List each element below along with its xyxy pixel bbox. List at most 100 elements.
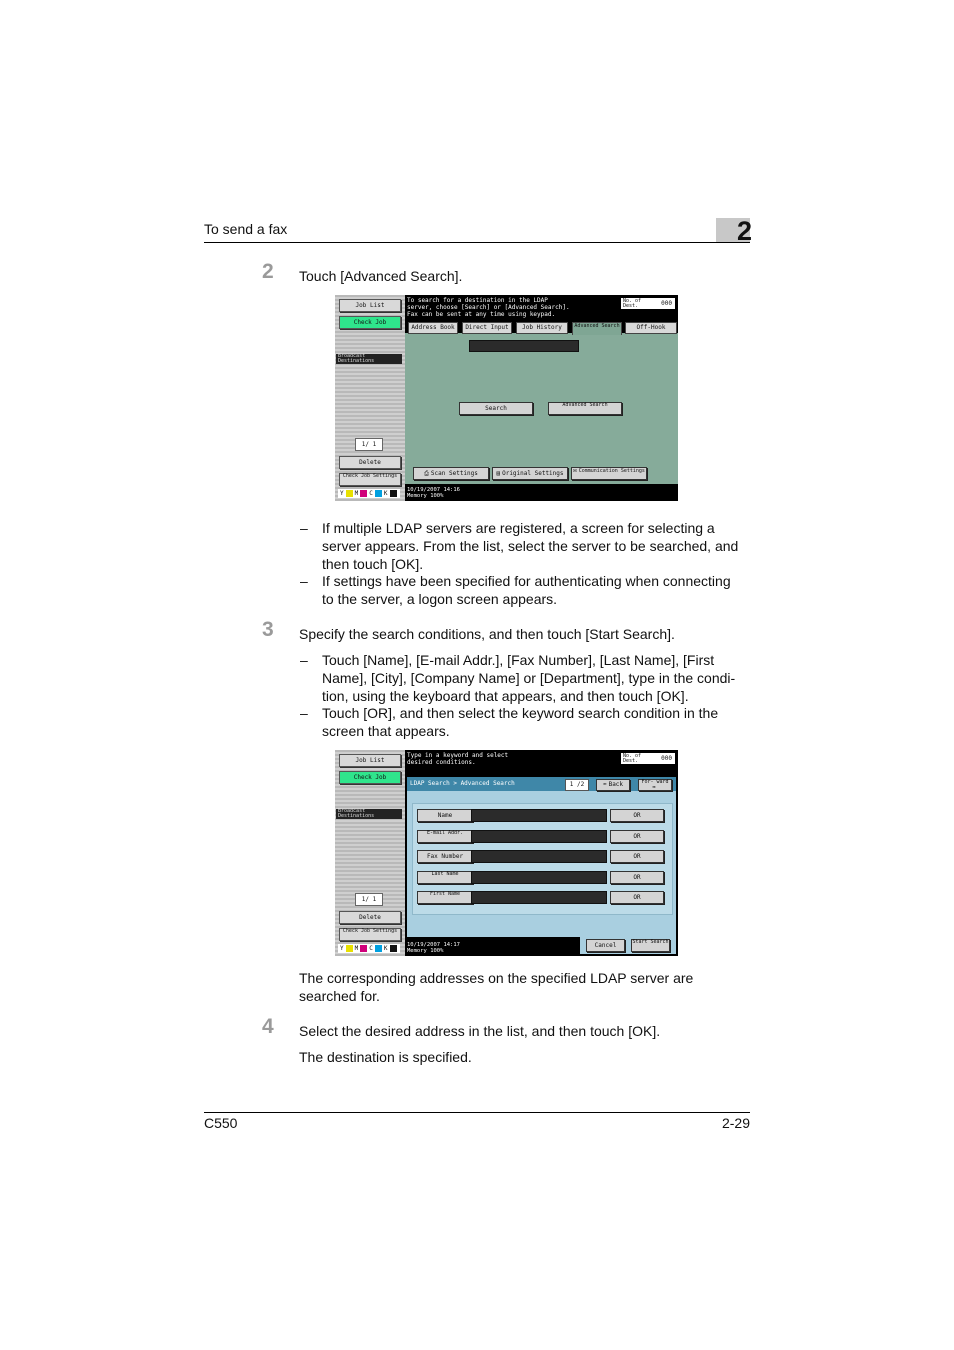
message-area: Type in a keyword and select desired con… xyxy=(407,752,607,766)
tab-off-hook[interactable]: Off-Hook xyxy=(625,322,677,334)
forward-button[interactable]: For- ward➡ xyxy=(638,779,672,791)
status-area: 10/19/2007 14:17 Memory 100% xyxy=(407,942,460,954)
check-job-settings-button[interactable]: Check Job Settings xyxy=(339,928,401,941)
scan-settings-button[interactable]: ⎙ Scan Settings xyxy=(413,467,489,480)
result-line: The corresponding addresses on the speci… xyxy=(299,970,694,986)
fax-number-value-field[interactable] xyxy=(471,850,607,863)
bullet-line: then touch [OK]. xyxy=(322,556,424,572)
screenshot-ldap-advanced-search: Job List Check Job Broadcast Destination… xyxy=(335,750,678,956)
step-number: 2 xyxy=(262,260,274,283)
start-search-button[interactable]: Start Search xyxy=(631,939,670,952)
status-memory-pct: 100% xyxy=(430,948,444,954)
bullet-line: to the server, a logon screen appears. xyxy=(322,591,558,607)
page-indicator: 1/ 1 xyxy=(355,438,383,451)
bullet-item: – If settings have been specified for au… xyxy=(300,573,731,607)
delete-button[interactable]: Delete xyxy=(339,456,401,469)
toner-c-label: C xyxy=(369,945,373,952)
last-name-condition-button[interactable]: Last Name xyxy=(417,871,473,884)
name-or-button[interactable]: OR xyxy=(610,809,664,822)
delete-button[interactable]: Delete xyxy=(339,911,401,924)
original-settings-button[interactable]: ▤ Original Settings xyxy=(492,467,568,480)
search-field-bar xyxy=(469,340,579,352)
last-name-or-button[interactable]: OR xyxy=(610,871,664,884)
toner-y-label: Y xyxy=(340,945,344,952)
advanced-search-button[interactable]: Advanced Search xyxy=(548,402,622,415)
arrow-right-icon: ➡ xyxy=(652,784,656,791)
step-number: 4 xyxy=(262,1015,274,1038)
step-number: 3 xyxy=(262,618,274,641)
toner-k-bar xyxy=(389,490,397,497)
first-name-or-button[interactable]: OR xyxy=(610,891,664,904)
toner-k-bar xyxy=(389,945,397,952)
tab-advanced-search[interactable]: Advanced Search xyxy=(572,322,622,335)
left-panel: Job List Check Job Broadcast Destination… xyxy=(335,295,405,501)
bullet-line: If settings have been specified for auth… xyxy=(322,573,731,589)
status-memory-pct: 100% xyxy=(430,493,444,499)
scan-icon: ⎙ xyxy=(424,470,429,477)
left-panel: Job List Check Job Broadcast Destination… xyxy=(335,750,405,956)
bullet-item: – Touch [OR], and then select the keywor… xyxy=(300,705,719,739)
toner-y-bar xyxy=(345,490,353,497)
result-text: The corresponding addresses on the speci… xyxy=(299,969,693,1005)
toner-m-label: M xyxy=(354,490,359,497)
page-indicator: 1/ 1 xyxy=(355,893,383,906)
cancel-button[interactable]: Cancel xyxy=(586,939,625,952)
step-text: Specify the search conditions, and then … xyxy=(299,626,675,642)
first-name-condition-button[interactable]: First Name xyxy=(417,891,473,904)
status-memory: Memory xyxy=(407,493,427,499)
dest-counter-label: No. of Dest. xyxy=(623,298,642,309)
tab-job-history[interactable]: Job History xyxy=(516,322,568,334)
running-header: To send a fax xyxy=(204,221,288,237)
status-time: 14:17 xyxy=(443,942,460,948)
back-label: Back xyxy=(608,781,624,788)
communication-settings-label: Communication Settings xyxy=(578,468,645,474)
status-memory: Memory xyxy=(407,948,427,954)
job-list-button[interactable]: Job List xyxy=(339,754,401,767)
toner-c-label: C xyxy=(369,490,373,497)
message-line: Fax can be sent at any time using keypad… xyxy=(407,311,556,318)
original-settings-label: Original Settings xyxy=(502,470,564,477)
job-list-button[interactable]: Job List xyxy=(339,299,401,312)
last-name-value-field[interactable] xyxy=(471,871,607,884)
communication-settings-button[interactable]: ✉ Communication Settings xyxy=(571,467,647,480)
broadcast-destinations-label: Broadcast Destinations xyxy=(336,354,402,364)
fax-number-condition-button[interactable]: Fax Number xyxy=(417,850,473,863)
toner-m-bar xyxy=(360,490,368,497)
footer-rule xyxy=(204,1112,750,1113)
message-line: To search for a destination in the LDAP xyxy=(407,297,548,304)
search-button[interactable]: Search xyxy=(459,402,533,415)
footer-model: C550 xyxy=(204,1115,238,1131)
tab-direct-input[interactable]: Direct Input xyxy=(462,322,512,334)
breadcrumb: LDAP Search > Advanced Search xyxy=(410,780,515,787)
check-job-button[interactable]: Check Job xyxy=(339,771,401,784)
email-condition-button[interactable]: E-mail Addr. xyxy=(417,830,473,843)
communication-icon: ✉ xyxy=(573,467,577,474)
status-time: 14:16 xyxy=(443,487,460,493)
name-condition-button[interactable]: Name xyxy=(417,809,473,822)
first-name-value-field[interactable] xyxy=(471,891,607,904)
toner-m-label: M xyxy=(354,945,359,952)
result-text: The destination is specified. xyxy=(299,1049,472,1065)
email-value-field[interactable] xyxy=(471,830,607,843)
check-job-button[interactable]: Check Job xyxy=(339,316,401,329)
back-button[interactable]: ⬅ Back xyxy=(596,779,630,791)
bullet-line: screen that appears. xyxy=(322,723,450,739)
fax-number-or-button[interactable]: OR xyxy=(610,850,664,863)
step-text: Select the desired address in the list, … xyxy=(299,1023,661,1039)
tab-address-book[interactable]: Address Book xyxy=(408,322,458,334)
bullet-item: – Touch [Name], [E-mail Addr.], [Fax Num… xyxy=(300,652,736,704)
result-line: searched for. xyxy=(299,988,380,1004)
name-value-field[interactable] xyxy=(471,809,607,822)
email-or-button[interactable]: OR xyxy=(610,830,664,843)
bullet-item: – If multiple LDAP servers are registere… xyxy=(300,520,739,572)
toner-y-label: Y xyxy=(340,490,344,497)
main-panel xyxy=(405,333,678,484)
footer-page-number: 2-29 xyxy=(721,1115,750,1131)
toner-levels: Y M C K xyxy=(338,489,400,498)
check-job-settings-button[interactable]: Check Job Settings xyxy=(339,473,401,486)
bullet-line: If multiple LDAP servers are registered,… xyxy=(322,520,715,536)
dest-counter: No. of Dest. 000 xyxy=(621,753,675,764)
bullet-line: server appears. From the list, select th… xyxy=(322,538,739,554)
dest-counter-value: 000 xyxy=(661,755,672,762)
dest-counter-value: 000 xyxy=(661,300,672,307)
